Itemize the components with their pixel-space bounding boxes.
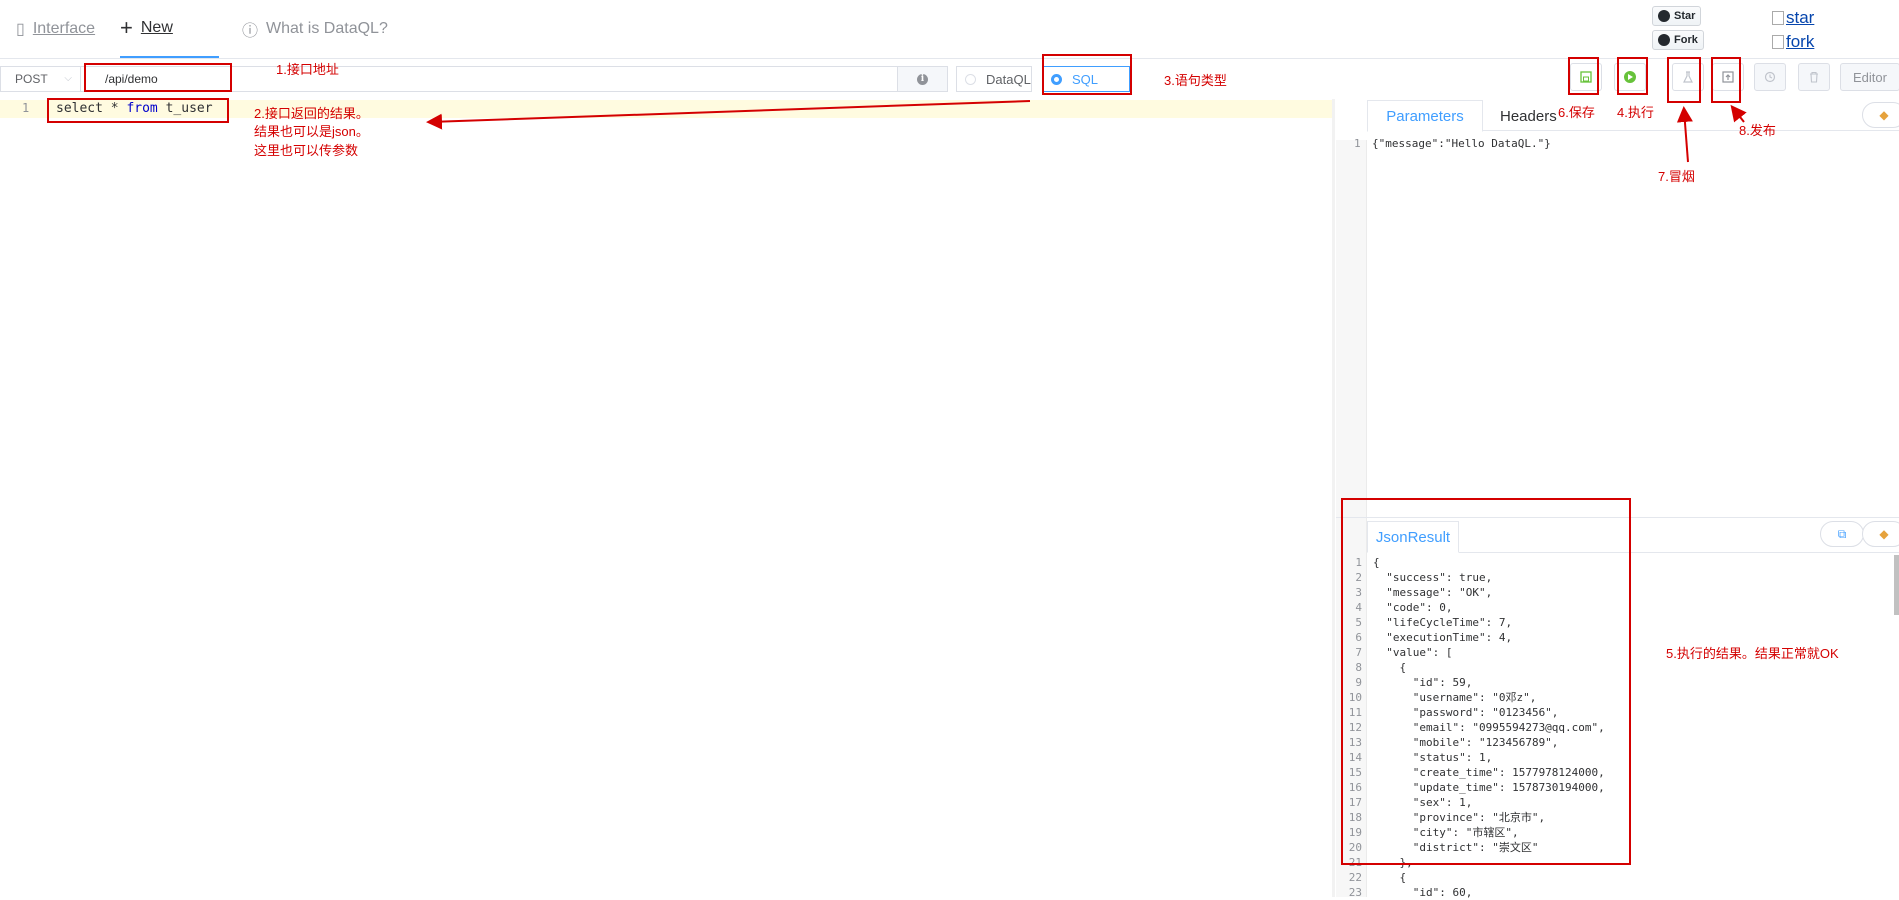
note-save: 6.保存 [1558, 105, 1595, 120]
note-smoke: 7.冒烟 [1658, 169, 1695, 184]
arrow-type-to-result [426, 100, 1031, 130]
note-run: 4.执行 [1617, 105, 1654, 120]
note-result-2: 结果也可以是json。 [254, 124, 369, 139]
note-result-1: 2.接口返回的结果。 [254, 106, 369, 121]
note-type: 3.语句类型 [1164, 73, 1227, 88]
arrow-smoke [1676, 106, 1693, 163]
note-result-3: 这里也可以传参数 [254, 143, 359, 158]
note-url: 1.接口地址 [276, 62, 339, 77]
arrow-publish [1730, 104, 1747, 123]
note-publish: 8.发布 [1739, 123, 1776, 138]
note-exec-result: 5.执行的结果。结果正常就OK [1666, 646, 1839, 661]
